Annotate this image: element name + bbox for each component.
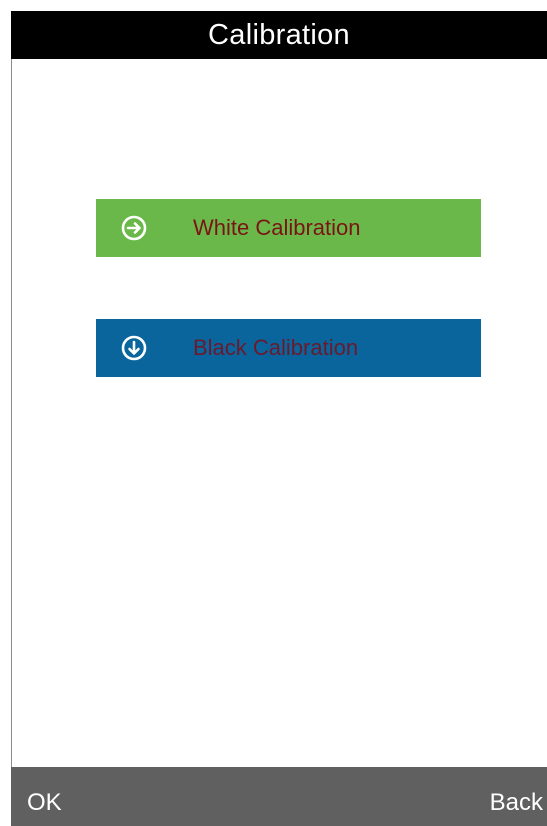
title-bar: Calibration [11, 11, 547, 59]
white-calibration-button[interactable]: White Calibration [96, 199, 481, 257]
ok-softkey[interactable]: OK [27, 789, 62, 817]
black-calibration-button[interactable]: Black Calibration [96, 319, 481, 377]
calibration-screen: Calibration White Calibration Black Cali… [0, 0, 547, 826]
back-softkey[interactable]: Back [490, 789, 543, 817]
arrow-right-circle-icon [121, 215, 147, 241]
arrow-down-circle-icon [121, 335, 147, 361]
white-calibration-label: White Calibration [193, 215, 361, 240]
softkey-bar: OK Back [11, 767, 547, 826]
page-title: Calibration [208, 18, 350, 51]
left-border-divider [11, 59, 12, 767]
black-calibration-label: Black Calibration [193, 335, 359, 360]
